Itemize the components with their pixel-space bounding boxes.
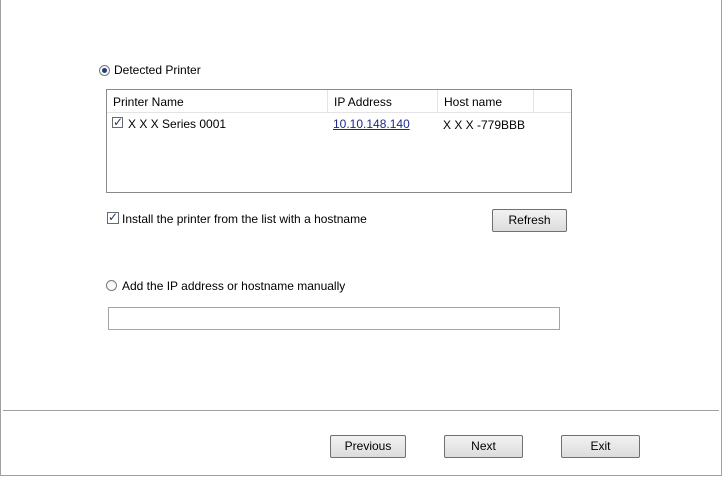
printer-name-cell: X X X Series 0001 xyxy=(128,117,227,131)
detected-printer-label[interactable]: Detected Printer xyxy=(114,63,201,77)
column-header-host-name[interactable]: Host name xyxy=(438,90,534,112)
manual-address-radio[interactable] xyxy=(106,280,117,291)
printer-list-header: Printer Name IP Address Host name xyxy=(107,90,571,113)
previous-button[interactable]: Previous xyxy=(330,435,406,458)
printer-list[interactable]: Printer Name IP Address Host name ✓ X X … xyxy=(106,89,572,193)
manual-address-input[interactable] xyxy=(108,307,560,330)
column-header-printer-name[interactable]: Printer Name xyxy=(107,90,328,112)
footer-separator xyxy=(3,410,719,412)
refresh-button[interactable]: Refresh xyxy=(492,209,567,232)
printer-host-cell: X X X -779BBB xyxy=(443,118,526,132)
installer-window: Detected Printer Printer Name IP Address… xyxy=(0,0,722,476)
radio-selected-dot xyxy=(102,68,107,73)
printer-row-checkbox[interactable]: ✓ xyxy=(112,115,124,129)
column-header-ip-address[interactable]: IP Address xyxy=(328,90,438,112)
manual-address-label[interactable]: Add the IP address or hostname manually xyxy=(122,279,345,293)
next-button[interactable]: Next xyxy=(444,435,523,458)
printer-ip-link[interactable]: 10.10.148.140 xyxy=(333,117,410,131)
exit-button[interactable]: Exit xyxy=(561,435,640,458)
detected-printer-radio[interactable] xyxy=(99,65,110,76)
hostname-checkbox[interactable]: ✓ xyxy=(107,210,119,224)
checkmark-icon: ✓ xyxy=(108,210,119,224)
hostname-checkbox-label[interactable]: Install the printer from the list with a… xyxy=(122,212,367,226)
checkmark-icon: ✓ xyxy=(113,115,124,129)
